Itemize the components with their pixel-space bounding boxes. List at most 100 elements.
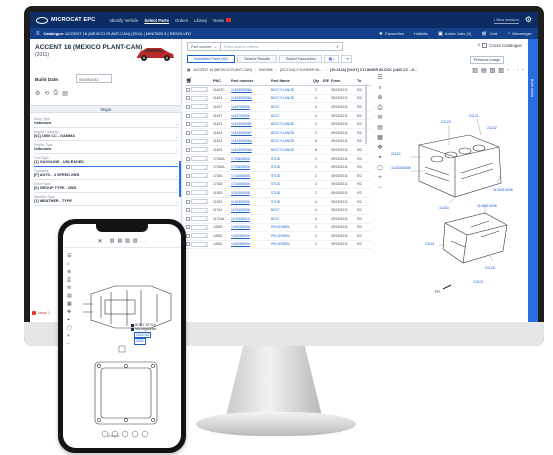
image-view-icon[interactable]: ▧ [490, 67, 496, 74]
active-jobs-button[interactable]: ▣ Active Jobs (0) [438, 31, 471, 37]
quantity-stepper[interactable]: − + [191, 207, 208, 213]
favourites-button[interactable]: ★ Favourites [379, 31, 404, 37]
plus-icon[interactable]: + [204, 148, 206, 152]
split-view-icon[interactable]: ▥ [472, 67, 478, 74]
minus-icon[interactable]: − [193, 226, 195, 230]
callout-label[interactable]: 11403 [439, 206, 449, 210]
minus-icon[interactable]: − [193, 200, 195, 204]
part-number-link[interactable]: 1140708006 [231, 105, 271, 109]
filter-fuel-type[interactable]: Fuel Type [1] GASOLINE - UNLEADED ⌄ [34, 156, 178, 167]
column-header[interactable]: Qty [311, 79, 321, 83]
part-number-link[interactable]: 1130308006 [231, 200, 271, 204]
table-row[interactable]: − +11403 1140308006A BOLT-FLANGE 8 09/15/2011… [185, 146, 371, 155]
part-number-link[interactable]: 1170408010 [231, 217, 271, 221]
table-row[interactable]: − +14920 1492008006 PIN-DOWEL 2 09/15/2011 9/2 [185, 224, 371, 233]
next-page-icon[interactable]: » [521, 67, 524, 74]
mail-icon[interactable]: ✉ [67, 286, 72, 291]
minus-icon[interactable]: − [193, 148, 195, 152]
minus-icon[interactable]: − [193, 183, 195, 187]
table-row[interactable]: − +11704 1170408006 BOLT 4 09/15/2011 9/2 [185, 206, 371, 215]
move-icon[interactable]: ✥ [377, 145, 382, 151]
minus-icon[interactable]: − [193, 88, 195, 92]
filter-weather-type[interactable]: Weather Type [1] WEATHER - TYPE ⌄ [34, 195, 178, 206]
pin-icon[interactable]: ⌖ [67, 318, 72, 323]
callout-label[interactable]: 1140308006 [391, 166, 411, 170]
callout-label[interactable]: 1140810006 [477, 204, 497, 208]
prev-page-icon[interactable]: « [507, 67, 510, 74]
quantity-stepper[interactable]: − + [191, 173, 208, 179]
prev-icon[interactable]: ‹ [141, 239, 142, 244]
legend-tag[interactable]: 2006 [134, 338, 146, 345]
quantity-stepper[interactable]: − + [191, 164, 208, 170]
part-number-link[interactable]: 1140308006A [231, 148, 271, 152]
quantity-stepper[interactable]: − + [191, 224, 208, 230]
zoom-out-icon[interactable]: − [378, 185, 382, 191]
callout-label[interactable]: 21510 [473, 280, 483, 284]
minus-icon[interactable]: − [193, 157, 195, 161]
row-checkbox[interactable] [186, 182, 190, 187]
minus-icon[interactable]: − [193, 105, 195, 109]
part-number-link[interactable]: 1734308006 [231, 182, 271, 186]
quantity-stepper[interactable]: − + [191, 104, 208, 110]
row-checkbox[interactable] [186, 147, 190, 152]
next-icon[interactable]: › [145, 239, 146, 244]
row-checkbox[interactable] [186, 208, 190, 213]
minus-icon[interactable]: − [193, 243, 195, 247]
table-row[interactable]: − +17334A 1733408006 STUD 2 09/15/2011 9/2 [185, 163, 371, 172]
callout-label[interactable]: 21131 [469, 114, 479, 118]
table-row[interactable]: − +11704A 1170408010 BOLT 4 09/15/2011 9/2 [185, 215, 371, 224]
print-icon[interactable]: ⎙ [378, 105, 383, 111]
column-header[interactable]: Part number [231, 79, 271, 83]
image-view-icon[interactable]: ▧ [125, 238, 130, 244]
part-number-link[interactable]: 1733408006 [231, 157, 271, 161]
panel-scrollbar[interactable] [179, 161, 181, 197]
plus-icon[interactable]: + [204, 131, 206, 135]
zoom-out-icon[interactable]: − [67, 342, 72, 347]
quantity-stepper[interactable]: − + [191, 233, 208, 239]
row-checkbox[interactable] [186, 199, 190, 204]
part-number-link[interactable]: 1733408006 [231, 165, 271, 169]
zoom-icon[interactable]: ⊕ [67, 270, 72, 275]
table-row[interactable]: − +17343 1734308006 STUD 2 09/15/2011 9/2 [185, 181, 371, 190]
grid-icon[interactable]: ▦ [187, 68, 190, 72]
phone-parts-diagram[interactable] [75, 250, 179, 446]
list-icon[interactable]: ☰ [377, 75, 382, 81]
plus-icon[interactable]: + [204, 105, 206, 109]
quantity-stepper[interactable]: − + [191, 87, 208, 93]
print-icon[interactable]: ⎙ [67, 278, 72, 283]
list-icon[interactable]: ☰ [67, 254, 72, 259]
table-row[interactable]: − +11403 1140308006F BOLT-FLANGE 2 09/15/2011… [185, 120, 371, 129]
row-checkbox[interactable] [186, 87, 190, 92]
part-search[interactable]: Part number ⌄ Enter search criteria ⌕ [187, 42, 343, 51]
column-header[interactable]: Part Name [271, 79, 311, 83]
table-row[interactable]: − +14920 1492008006 PIN-DOWEL 2 09/15/2011 9/2 [185, 241, 371, 250]
minus-icon[interactable]: − [193, 234, 195, 238]
plus-icon[interactable]: + [204, 200, 206, 204]
filter-body-type[interactable]: Body Type Unknown ⌄ [34, 117, 178, 128]
part-number-link[interactable]: 1140308006F [231, 131, 271, 135]
plus-icon[interactable]: + [204, 183, 206, 187]
filter-drive-type[interactable]: Drive Type [0] GROUP TYPE - 2WD ⌄ [34, 182, 178, 193]
part-number-link[interactable]: 1140308006F [231, 122, 271, 126]
zoom-in-icon[interactable]: + [67, 334, 72, 339]
quantity-stepper[interactable]: − + [191, 199, 208, 205]
settings-icon[interactable]: ⚙ [35, 90, 40, 97]
panel-view-icon[interactable]: ▨ [498, 67, 504, 74]
previous-image-button[interactable]: Previous Image [469, 56, 504, 64]
plus-icon[interactable]: + [204, 114, 206, 118]
table-row[interactable]: − +11407 1140708006 BOLT 4 09/15/2011 9/2 [185, 103, 371, 112]
callout-label[interactable]: 1140310006 [493, 188, 513, 192]
tab-search-results[interactable]: Search Results [237, 55, 277, 63]
nav-select-parts[interactable]: Select Parts [144, 18, 169, 23]
list-view-icon[interactable]: ▤ [481, 67, 487, 74]
minus-icon[interactable]: − [193, 97, 195, 101]
table-row[interactable]: − +11303 1130308006 STUD 4 09/15/2011 9/2 [185, 198, 371, 207]
breadcrumb-item[interactable]: ENGINE [259, 68, 273, 72]
quantity-stepper[interactable]: − + [191, 95, 208, 101]
part-number-link[interactable]: 1492008006 [231, 234, 271, 238]
zoom-in-icon[interactable]: + [378, 175, 382, 181]
brand-logo[interactable]: MICROCAT EPC [36, 16, 95, 24]
close-icon[interactable]: ✕ [98, 238, 103, 245]
table-row[interactable]: − +17343 1734308006 STUD 2 09/15/2011 9/2 [185, 172, 371, 181]
column-header[interactable]: E/E [321, 79, 331, 83]
